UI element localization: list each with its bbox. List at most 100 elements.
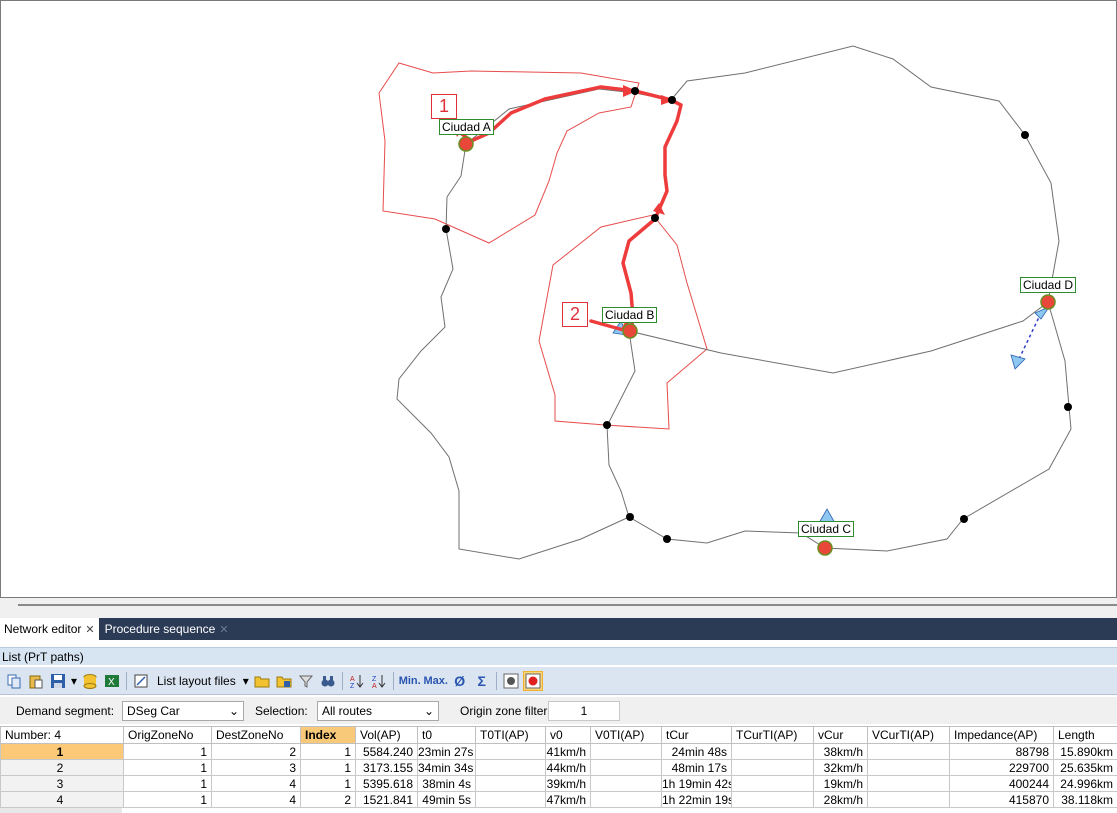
table-cell[interactable]: 1 [123,743,212,760]
filter-icon[interactable] [296,671,316,691]
record-on-icon[interactable] [522,670,543,691]
table-cell[interactable] [475,791,546,808]
close-icon[interactable]: ✕ [85,623,94,636]
zone-polygon-a[interactable] [378,62,640,244]
copy-icon[interactable] [4,671,24,691]
table-cell[interactable]: 3173.155 [355,759,418,776]
sort-ascending-icon[interactable]: AZ [347,671,367,691]
selection-select[interactable]: All routes ⌄ [317,700,439,721]
column-header-3[interactable]: DestZoneNo [211,726,301,744]
demand-segment-select[interactable]: DSeg Car ⌄ [122,700,244,721]
table-cell[interactable]: 4 [211,791,301,808]
table-row[interactable]: 3 1 4 1 5395.618 38min 4s 39km/h 1h 19min 42s 19… [0,775,1117,792]
table-cell[interactable] [867,759,950,776]
table-cell[interactable]: 1 [123,775,212,792]
table-row[interactable]: 4 1 4 2 1521.841 49min 5s 47km/h 1h 22min 19s 28… [0,791,1117,808]
table-cell[interactable]: 88798 [949,743,1054,760]
column-header-6[interactable]: t0 [417,726,476,744]
scrollbar-thumb[interactable] [18,604,1117,606]
table-cell[interactable] [475,759,546,776]
column-header-15[interactable]: Length [1053,726,1117,744]
map-scrollbar[interactable] [0,598,1117,618]
zone-label-c[interactable]: Ciudad C [798,521,855,537]
column-header-5[interactable]: Vol(AP) [355,726,418,744]
zone-label-d[interactable]: Ciudad D [1020,277,1077,293]
average-button[interactable]: Ø [450,671,470,691]
table-cell[interactable]: 32km/h [813,759,868,776]
table-cell[interactable]: 25.635km [1053,759,1117,776]
tab-network-editor[interactable]: Network editor ✕ [0,618,99,640]
list-layout-files-button[interactable]: List layout files [153,674,240,688]
table-cell[interactable]: 47km/h [545,791,591,808]
column-header-4[interactable]: Index [300,726,356,744]
table-row[interactable]: 2 1 3 1 3173.155 34min 34s 44km/h 48min 17s 32km… [0,759,1117,776]
table-cell[interactable]: 5395.618 [355,775,418,792]
network-nodes[interactable] [442,87,1072,543]
table-cell[interactable]: 38min 4s [417,775,476,792]
table-cell[interactable]: 48min 17s [661,759,732,776]
open-folder-icon[interactable] [252,671,272,691]
table-cell[interactable]: 1 [123,759,212,776]
row-number-cell[interactable]: 2 [0,759,124,776]
table-cell[interactable]: 1h 19min 42s [661,775,732,792]
column-header-14[interactable]: Impedance(AP) [949,726,1054,744]
zone-label-a[interactable]: Ciudad A [439,119,494,135]
table-cell[interactable]: 1 [123,791,212,808]
table-cell[interactable]: 2 [300,791,356,808]
table-cell[interactable]: 1 [300,743,356,760]
table-cell[interactable] [475,775,546,792]
table-cell[interactable] [731,775,814,792]
table-cell[interactable] [590,759,662,776]
table-cell[interactable] [731,743,814,760]
table-cell[interactable]: 15.890km [1053,743,1117,760]
column-header-9[interactable]: V0TI(AP) [590,726,662,744]
list-layout-icon[interactable] [131,671,151,691]
zone-centroids[interactable] [458,136,1056,556]
column-header-12[interactable]: vCur [813,726,868,744]
table-cell[interactable] [867,775,950,792]
table-row[interactable]: 1 1 2 1 5584.240 23min 27s 41km/h 24min 48s 38km… [0,743,1117,760]
tab-procedure-sequence[interactable]: Procedure sequence ✕ [101,618,233,640]
origin-zone-filter-input[interactable]: 1 [548,700,620,721]
column-header-10[interactable]: tCur [661,726,732,744]
table-cell[interactable] [867,791,950,808]
binoculars-icon[interactable] [318,671,338,691]
paste-icon[interactable] [26,671,46,691]
table-cell[interactable]: 24min 48s [661,743,732,760]
network-canvas[interactable] [1,1,1117,599]
sum-button[interactable]: Σ [472,671,492,691]
table-cell[interactable] [590,743,662,760]
table-cell[interactable]: 4 [211,775,301,792]
table-cell[interactable]: 5584.240 [355,743,418,760]
table-cell[interactable] [475,743,546,760]
excel-icon[interactable]: X [102,671,122,691]
network-map[interactable]: Ciudad A Ciudad B Ciudad C Ciudad D 1 2 [0,0,1117,598]
table-cell[interactable] [590,791,662,808]
chevron-down-icon[interactable]: ▾ [70,671,78,691]
table-cell[interactable]: 19km/h [813,775,868,792]
table-cell[interactable]: 1 [300,759,356,776]
table-cell[interactable]: 1 [300,775,356,792]
max-button[interactable]: Max. [423,671,447,691]
sort-descending-icon[interactable]: ZA [369,671,389,691]
table-cell[interactable] [731,791,814,808]
column-header-2[interactable]: OrigZoneNo [123,726,212,744]
database-icon[interactable] [80,671,100,691]
row-number-cell[interactable]: 1 [0,743,124,760]
save-folder-icon[interactable] [274,671,294,691]
row-number-cell[interactable]: 4 [0,791,124,808]
chevron-down-icon[interactable]: ▾ [242,671,250,691]
table-cell[interactable]: 229700 [949,759,1054,776]
table-cell[interactable]: 38.118km [1053,791,1117,808]
table-cell[interactable] [867,743,950,760]
column-header-7[interactable]: T0TI(AP) [475,726,546,744]
table-cell[interactable]: 1h 22min 19s [661,791,732,808]
record-off-icon[interactable] [501,671,521,691]
column-header-13[interactable]: VCurTI(AP) [867,726,950,744]
table-cell[interactable] [731,759,814,776]
column-header-8[interactable]: v0 [545,726,591,744]
row-number-cell[interactable]: 3 [0,775,124,792]
table-cell[interactable]: 44km/h [545,759,591,776]
save-icon[interactable] [48,671,68,691]
table-cell[interactable]: 415870 [949,791,1054,808]
